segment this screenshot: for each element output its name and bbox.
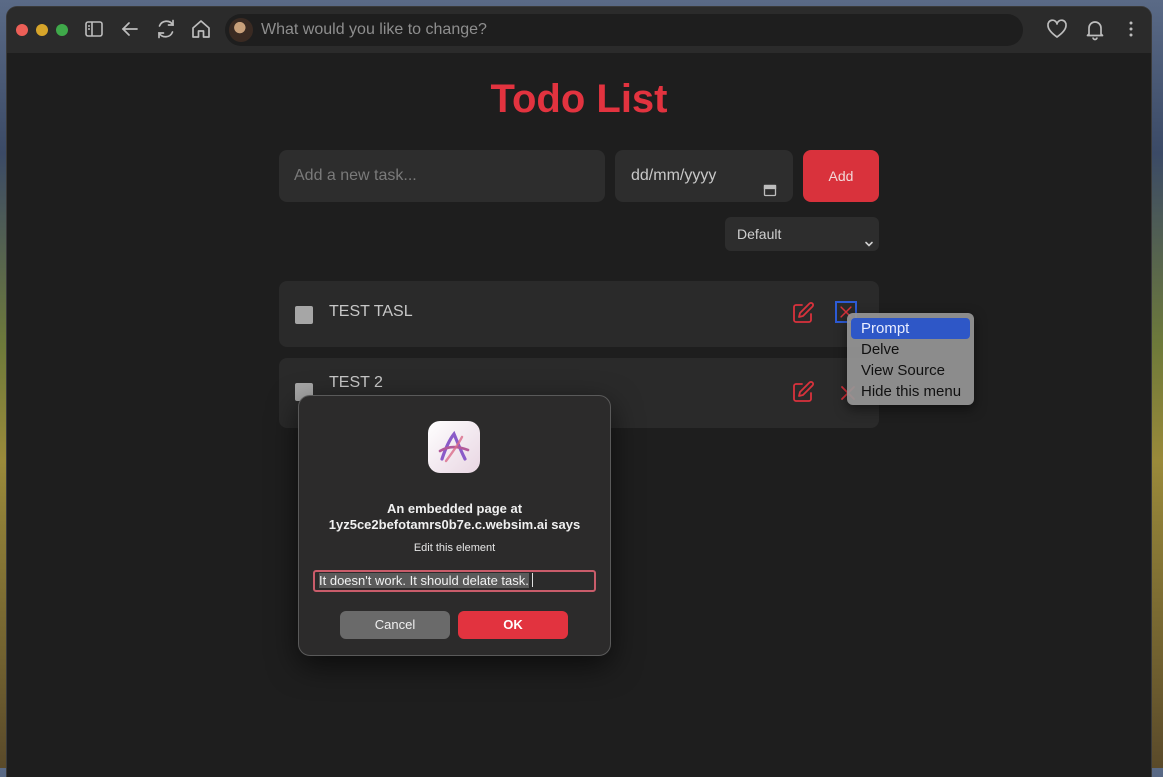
more-vertical-icon[interactable]: [1119, 17, 1143, 41]
close-window-button[interactable]: [16, 24, 28, 36]
browser-toolbar: What would you like to change?: [7, 7, 1151, 54]
sidebar-icon[interactable]: [82, 17, 106, 41]
dialog-title: An embedded page at 1yz5ce2befotamrs0b7e…: [299, 501, 610, 533]
sort-select[interactable]: Default: [725, 217, 879, 251]
context-menu-item-hide-menu[interactable]: Hide this menu: [851, 381, 970, 402]
address-placeholder: What would you like to change?: [261, 21, 487, 38]
back-arrow-icon[interactable]: [118, 17, 142, 41]
text-caret: [531, 573, 533, 587]
page-title: Todo List: [490, 77, 668, 121]
dialog-input-value: It doesn't work. It should delate task.: [319, 573, 529, 588]
context-menu-item-delve[interactable]: Delve: [851, 339, 970, 360]
ok-button[interactable]: OK: [458, 611, 568, 639]
avatar[interactable]: [229, 18, 253, 42]
reload-icon[interactable]: [154, 17, 178, 41]
chevron-down-icon: [863, 228, 875, 247]
edit-icon[interactable]: [791, 301, 815, 325]
calendar-icon[interactable]: [763, 167, 777, 197]
task-name: TEST TASL: [329, 303, 413, 320]
task-item: TEST TASL: [279, 281, 879, 347]
home-icon[interactable]: [189, 17, 213, 41]
context-menu-item-prompt[interactable]: Prompt: [851, 318, 970, 339]
context-menu: Prompt Delve View Source Hide this menu: [847, 313, 974, 405]
prompt-dialog: An embedded page at 1yz5ce2befotamrs0b7e…: [298, 395, 611, 656]
new-task-input[interactable]: Add a new task...: [279, 150, 605, 202]
browser-window: What would you like to change? Todo List…: [7, 7, 1151, 777]
dialog-message: Edit this element: [413, 542, 496, 554]
bell-icon[interactable]: [1083, 17, 1107, 41]
heart-icon[interactable]: [1045, 17, 1069, 41]
dialog-text-input[interactable]: It doesn't work. It should delate task.: [313, 570, 596, 592]
address-bar[interactable]: What would you like to change?: [225, 14, 1023, 46]
app-logo-icon: [428, 421, 480, 473]
dialog-title-line-1: An embedded page at: [386, 501, 523, 516]
edit-icon[interactable]: [791, 380, 815, 404]
cancel-button[interactable]: Cancel: [340, 611, 450, 639]
task-name: TEST 2: [329, 374, 383, 391]
date-placeholder: dd/mm/yyyy: [631, 167, 717, 184]
maximize-window-button[interactable]: [56, 24, 68, 36]
minimize-window-button[interactable]: [36, 24, 48, 36]
sort-selected-value: Default: [737, 226, 782, 242]
add-task-button[interactable]: Add: [803, 150, 879, 202]
task-checkbox[interactable]: [295, 306, 313, 324]
due-date-input[interactable]: dd/mm/yyyy: [615, 150, 793, 202]
dialog-title-line-2: 1yz5ce2befotamrs0b7e.c.websim.ai says: [328, 517, 581, 532]
context-menu-item-view-source[interactable]: View Source: [851, 360, 970, 381]
